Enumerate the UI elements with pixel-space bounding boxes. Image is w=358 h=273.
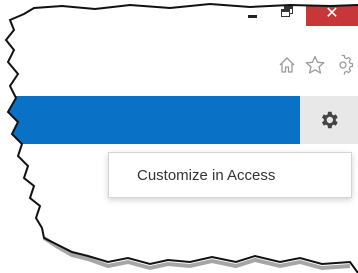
minimize-icon xyxy=(247,14,257,18)
home-icon[interactable] xyxy=(276,54,298,76)
favorites-star-icon[interactable] xyxy=(304,54,326,76)
settings-gear-icon[interactable] xyxy=(332,54,354,76)
settings-button[interactable] xyxy=(300,96,358,144)
browser-toolbar-icons xyxy=(276,54,354,76)
close-button[interactable]: ✕ xyxy=(306,4,358,26)
restore-button[interactable] xyxy=(270,4,306,26)
screenshot-stage: ✕ Customize in Access xyxy=(0,0,358,273)
settings-dropdown-menu: Customize in Access xyxy=(108,152,352,198)
window-controls: ✕ xyxy=(234,4,358,26)
page-area: ✕ Customize in Access xyxy=(6,4,358,273)
menu-item-customize-in-access[interactable]: Customize in Access xyxy=(137,167,275,184)
minimize-button[interactable] xyxy=(234,4,270,26)
close-icon: ✕ xyxy=(325,5,339,22)
gear-icon xyxy=(321,111,338,129)
app-header-bar xyxy=(6,96,300,144)
